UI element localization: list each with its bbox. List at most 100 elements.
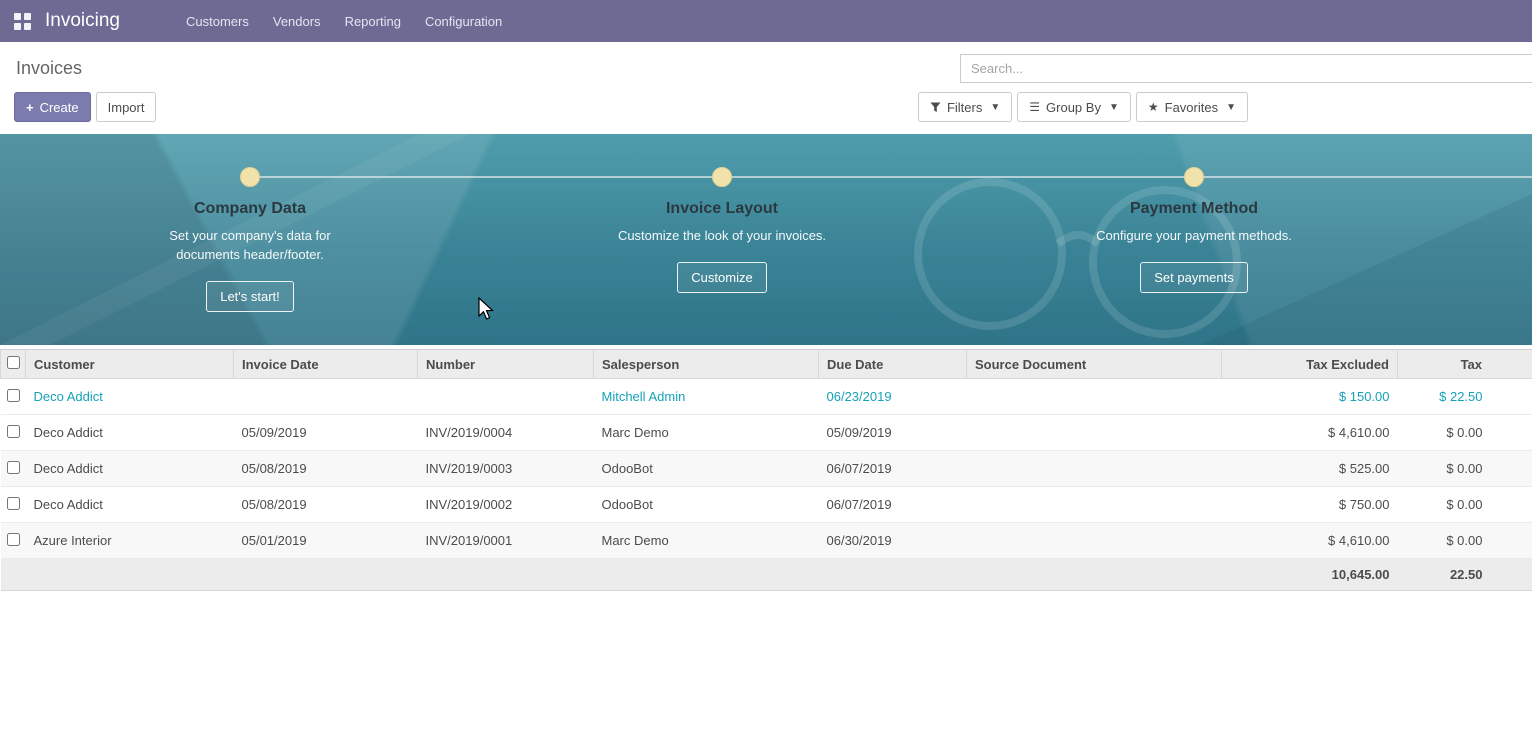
cell-source-document [967,415,1222,451]
step-dot-icon [712,167,732,187]
filters-button-label: Filters [947,100,982,115]
cell-salesperson: OdooBot [594,451,819,487]
row-checkbox[interactable] [7,497,20,510]
row-checkbox[interactable] [7,461,20,474]
cell-invoice-date [234,379,418,415]
onboarding-step-company-data: Company Data Set your company's data for… [90,167,410,312]
filters-button[interactable]: Filters ▼ [918,92,1012,122]
cell-invoice-date: 05/01/2019 [234,523,418,559]
cell-customer: Azure Interior [26,523,234,559]
cell-source-document [967,379,1222,415]
row-checkbox[interactable] [7,533,20,546]
step-description: Customize the look of your invoices. [616,226,828,245]
search-input[interactable] [960,54,1532,83]
table-row[interactable]: Deco Addict Mitchell Admin 06/23/2019 $ … [1,379,1532,415]
cell-source-document [967,523,1222,559]
onboarding-step-invoice-layout: Invoice Layout Customize the look of you… [562,167,882,293]
menu-customers[interactable]: Customers [174,1,261,42]
import-button-label: Import [108,100,145,115]
search-box [960,54,1532,83]
row-checkbox[interactable] [7,389,20,402]
apps-menu-icon[interactable] [14,13,31,30]
cell-due-date: 06/30/2019 [819,523,967,559]
cell-salesperson: Mitchell Admin [594,379,819,415]
import-button[interactable]: Import [96,92,157,122]
chevron-down-icon: ▼ [990,102,1000,113]
chevron-down-icon: ▼ [1226,102,1236,113]
total-tax: 22.50 [1398,559,1532,591]
column-header-salesperson[interactable]: Salesperson [594,350,819,379]
column-header-number[interactable]: Number [418,350,594,379]
cell-customer: Deco Addict [26,415,234,451]
cell-tax: $ 0.00 [1398,523,1532,559]
control-panel: Invoices + Create Import Filters ▼ ☰ Gro… [0,42,1532,134]
cell-number: INV/2019/0002 [418,487,594,523]
select-all-checkbox[interactable] [7,356,20,369]
cell-number [418,379,594,415]
column-header-tax-excluded[interactable]: Tax Excluded [1222,350,1398,379]
cell-source-document [967,451,1222,487]
step-title: Payment Method [1034,200,1354,218]
totals-spacer [1,559,1222,591]
row-checkbox-cell [1,523,26,559]
cell-number: INV/2019/0003 [418,451,594,487]
create-button[interactable]: + Create [14,92,91,122]
top-navbar: Invoicing Customers Vendors Reporting Co… [0,0,1532,42]
menu-configuration[interactable]: Configuration [413,1,514,42]
page-title: Invoices [16,58,82,79]
favorites-button[interactable]: ★ Favorites ▼ [1136,92,1248,122]
cell-number: INV/2019/0001 [418,523,594,559]
column-header-customer[interactable]: Customer [26,350,234,379]
table-row[interactable]: Azure Interior 05/01/2019 INV/2019/0001 … [1,523,1532,559]
filter-icon [930,102,941,113]
cell-tax-excluded: $ 150.00 [1222,379,1398,415]
cell-due-date: 06/23/2019 [819,379,967,415]
cell-tax-excluded: $ 525.00 [1222,451,1398,487]
cell-salesperson: Marc Demo [594,415,819,451]
cell-invoice-date: 05/08/2019 [234,487,418,523]
table-row[interactable]: Deco Addict 05/09/2019 INV/2019/0004 Mar… [1,415,1532,451]
plus-icon: + [26,100,34,115]
column-header-tax[interactable]: Tax [1398,350,1532,379]
row-checkbox-cell [1,415,26,451]
cell-tax: $ 0.00 [1398,451,1532,487]
menu-vendors[interactable]: Vendors [261,1,333,42]
navbar-menu: Customers Vendors Reporting Configuratio… [174,1,514,42]
cell-invoice-date: 05/08/2019 [234,451,418,487]
customize-button[interactable]: Customize [677,262,766,293]
row-checkbox[interactable] [7,425,20,438]
cell-customer: Deco Addict [26,379,234,415]
step-title: Invoice Layout [562,200,882,218]
cell-tax: $ 0.00 [1398,487,1532,523]
set-payments-button[interactable]: Set payments [1140,262,1248,293]
menu-reporting[interactable]: Reporting [333,1,413,42]
cell-due-date: 06/07/2019 [819,487,967,523]
cell-number: INV/2019/0004 [418,415,594,451]
cell-tax: $ 22.50 [1398,379,1532,415]
cell-due-date: 05/09/2019 [819,415,967,451]
group-by-icon: ☰ [1029,100,1040,114]
step-dot-icon [1184,167,1204,187]
column-header-source-document[interactable]: Source Document [967,350,1222,379]
group-by-button[interactable]: ☰ Group By ▼ [1017,92,1131,122]
cell-tax-excluded: $ 4,610.00 [1222,415,1398,451]
chevron-down-icon: ▼ [1109,102,1119,113]
cell-salesperson: Marc Demo [594,523,819,559]
column-header-due-date[interactable]: Due Date [819,350,967,379]
table-row[interactable]: Deco Addict 05/08/2019 INV/2019/0003 Odo… [1,451,1532,487]
cell-source-document [967,487,1222,523]
row-checkbox-cell [1,451,26,487]
row-checkbox-cell [1,487,26,523]
step-description: Set your company's data for documents he… [144,226,356,264]
lets-start-button[interactable]: Let's start! [206,281,294,312]
favorites-button-label: Favorites [1165,100,1218,115]
app-title[interactable]: Invoicing [45,10,120,32]
cell-due-date: 06/07/2019 [819,451,967,487]
table-row[interactable]: Deco Addict 05/08/2019 INV/2019/0002 Odo… [1,487,1532,523]
column-header-invoice-date[interactable]: Invoice Date [234,350,418,379]
invoice-list: Customer Invoice Date Number Salesperson… [0,349,1532,591]
onboarding-step-payment-method: Payment Method Configure your payment me… [1034,167,1354,293]
cell-tax-excluded: $ 750.00 [1222,487,1398,523]
cell-salesperson: OdooBot [594,487,819,523]
cell-invoice-date: 05/09/2019 [234,415,418,451]
